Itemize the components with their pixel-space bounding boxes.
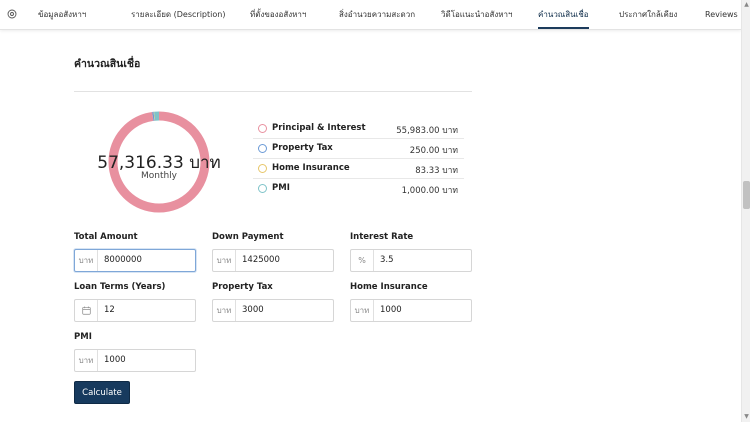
breakdown-value: 250.00 บาท — [409, 146, 458, 156]
currency-prefix: บาท — [213, 300, 236, 321]
nav-tab-loan-calculator[interactable]: คำนวณสินเชื่อ — [538, 0, 589, 30]
section-divider — [74, 91, 472, 92]
breakdown-row-home-insurance: Home Insurance 83.33 บาท — [253, 159, 464, 179]
property-tax-field[interactable]: บาท 3000 — [212, 299, 334, 322]
currency-prefix: บาท — [351, 300, 374, 321]
home-insurance-label: Home Insurance — [350, 282, 428, 292]
currency-prefix: บาท — [75, 350, 98, 371]
section-title: คำนวณสินเชื่อ — [74, 58, 141, 70]
loan-terms-field[interactable]: 12 — [74, 299, 196, 322]
nav-tab-description[interactable]: รายละเอียด (Description) — [131, 0, 225, 30]
pmi-input[interactable]: 1000 — [104, 350, 126, 371]
interest-rate-input[interactable]: 3.5 — [380, 250, 394, 271]
property-tax-label: Property Tax — [212, 282, 273, 292]
loan-terms-label: Loan Terms (Years) — [74, 282, 166, 292]
home-insurance-legend-dot — [258, 164, 267, 173]
percent-prefix: % — [351, 250, 374, 271]
total-amount-field[interactable]: บาท 8000000 — [74, 249, 196, 272]
breakdown-label: Home Insurance — [272, 163, 350, 173]
breakdown-label: Property Tax — [272, 143, 333, 153]
breakdown-value: 83.33 บาท — [415, 166, 458, 176]
nav-tab-video[interactable]: วิดีโอแนะนำอสังหาฯ — [441, 0, 513, 30]
page-scrollbar[interactable]: ▲ ▼ — [741, 0, 750, 422]
currency-prefix: บาท — [75, 250, 98, 271]
interest-rate-field[interactable]: % 3.5 — [350, 249, 472, 272]
nav-tab-facilities[interactable]: สิ่งอำนวยความสะดวก — [339, 0, 415, 30]
total-amount-input[interactable]: 8000000 — [104, 250, 142, 271]
monthly-label: Monthly — [140, 171, 178, 181]
breakdown-value: 55,983.00 บาท — [396, 126, 458, 136]
breakdown-row-property-tax: Property Tax 250.00 บาท — [253, 139, 464, 159]
down-payment-input[interactable]: 1425000 — [242, 250, 280, 271]
breakdown-value: 1,000.00 บาท — [401, 186, 458, 196]
breakdown-row-pmi: PMI 1,000.00 บาท — [253, 179, 464, 199]
nav-tab-nearby-listings[interactable]: ประกาศใกล้เคียง — [619, 0, 677, 30]
interest-rate-label: Interest Rate — [350, 232, 414, 242]
pmi-field[interactable]: บาท 1000 — [74, 349, 196, 372]
pmi-legend-dot — [258, 184, 267, 193]
scroll-up-arrow-icon[interactable]: ▲ — [743, 1, 750, 9]
calendar-prefix — [75, 300, 98, 321]
home-insurance-input[interactable]: 1000 — [380, 300, 402, 321]
breakdown-row-principal-interest: Principal & Interest 55,983.00 บาท — [253, 119, 464, 139]
nav-tab-location[interactable]: ที่ตั้งของอสังหาฯ — [250, 0, 306, 30]
property-tax-legend-dot — [258, 144, 267, 153]
calculate-button[interactable]: Calculate — [74, 381, 130, 404]
currency-prefix: บาท — [213, 250, 236, 271]
home-icon[interactable] — [7, 9, 17, 19]
breakdown-label: Principal & Interest — [272, 123, 366, 133]
loan-terms-input[interactable]: 12 — [104, 300, 115, 321]
breakdown-label: PMI — [272, 183, 290, 193]
principal-interest-legend-dot — [258, 124, 267, 133]
total-amount-label: Total Amount — [74, 232, 138, 242]
down-payment-field[interactable]: บาท 1425000 — [212, 249, 334, 272]
home-insurance-field[interactable]: บาท 1000 — [350, 299, 472, 322]
pmi-label: PMI — [74, 332, 92, 342]
calendar-icon — [82, 306, 91, 315]
property-tax-input[interactable]: 3000 — [242, 300, 264, 321]
nav-tab-property-info[interactable]: ข้อมูลอสังหาฯ — [38, 0, 86, 30]
nav-tab-reviews[interactable]: Reviews — [705, 0, 738, 30]
scroll-thumb[interactable] — [743, 181, 750, 209]
scroll-down-arrow-icon[interactable]: ▼ — [743, 413, 750, 421]
top-nav: ข้อมูลอสังหาฯ รายละเอียด (Description) ท… — [0, 0, 741, 30]
down-payment-label: Down Payment — [212, 232, 284, 242]
